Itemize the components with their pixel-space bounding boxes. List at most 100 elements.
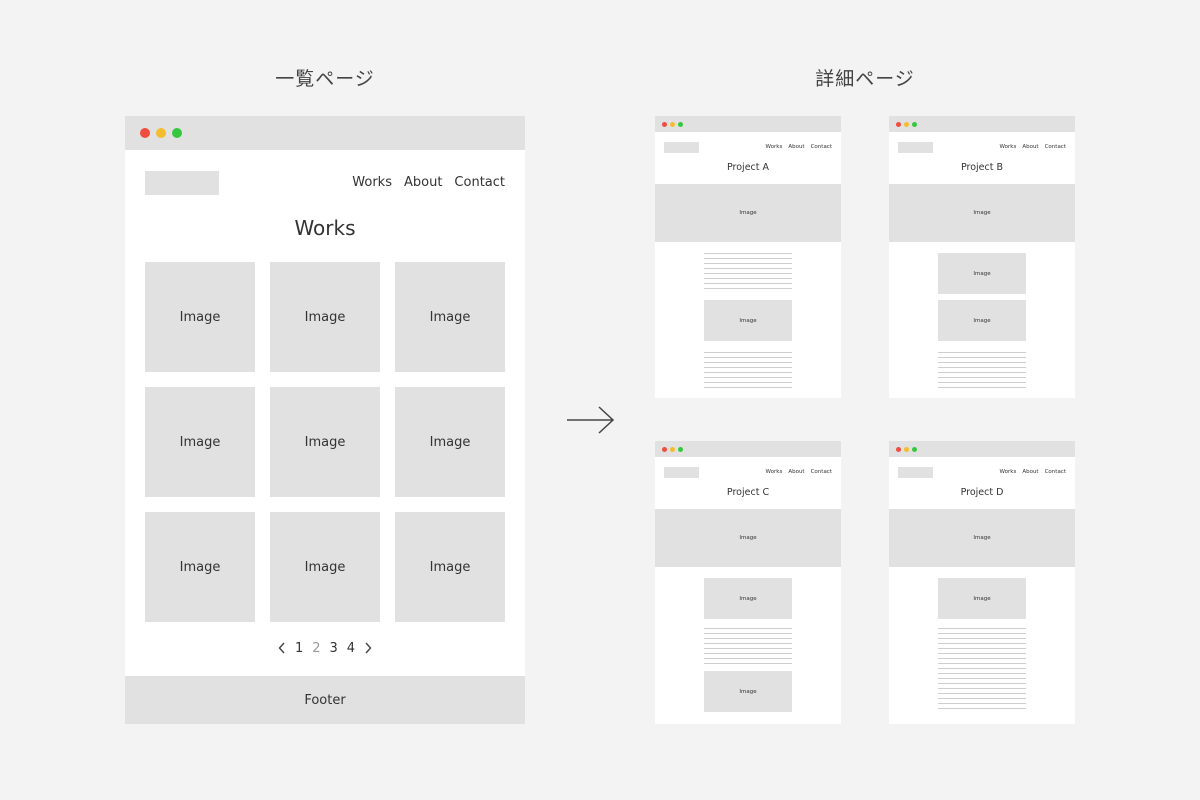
image-label: Image [739,317,757,324]
close-dot-icon [140,128,150,138]
nav-about[interactable]: About [1022,469,1038,475]
project-title: Project D [960,487,1004,498]
nav-works[interactable]: Works [1000,469,1017,475]
image-label: Image [739,535,757,541]
project-title: Project A [726,162,770,173]
chevron-right-icon[interactable] [364,642,372,654]
zoom-dot-icon [912,447,917,452]
main-nav: Works About Contact [1000,469,1066,475]
grid-image[interactable]: Image [270,387,380,497]
detail-page-mockup-a: Works About Contact Project A Image Imag… [655,116,841,398]
minimize-dot-icon [670,447,675,452]
logo-placeholder [664,142,699,153]
project-title: Project C [726,487,770,498]
image-label: Image [739,210,757,216]
grid-image-label: Image [304,559,346,575]
nav-contact[interactable]: Contact [1045,144,1066,150]
grid-image[interactable]: Image [145,262,255,372]
nav-works[interactable]: Works [766,469,783,475]
logo-placeholder [664,467,699,478]
nav-works[interactable]: Works [352,175,392,190]
grid-image[interactable]: Image [270,512,380,622]
content-image: Image [938,578,1026,619]
nav-about[interactable]: About [788,469,804,475]
grid-image-label: Image [179,434,221,450]
image-label: Image [973,270,991,277]
nav-works[interactable]: Works [766,144,783,150]
project-title: Project B [960,162,1004,173]
nav-about[interactable]: About [404,175,442,190]
logo-placeholder [898,142,933,153]
grid-image[interactable]: Image [395,387,505,497]
grid-image[interactable]: Image [145,387,255,497]
list-page-section-title: 一覧ページ [275,68,375,90]
main-nav: Works About Contact [1000,144,1066,150]
image-label: Image [973,210,991,216]
hero-image: Image [889,184,1075,242]
detail-page-mockup-d: Works About Contact Project D Image Imag… [889,441,1075,724]
grid-image-label: Image [304,434,346,450]
minimize-dot-icon [904,122,909,127]
text-lines [938,352,1026,388]
image-label: Image [739,688,757,695]
grid-image[interactable]: Image [395,262,505,372]
grid-image-label: Image [429,434,471,450]
zoom-dot-icon [678,122,683,127]
nav-about[interactable]: About [1022,144,1038,150]
browser-titlebar [655,441,841,457]
nav-contact[interactable]: Contact [811,469,832,475]
browser-titlebar [125,116,525,150]
detail-page-mockup-b: Works About Contact Project B Image Imag… [889,116,1075,398]
logo-placeholder [898,467,933,478]
footer-label: Footer [304,692,346,708]
grid-image-label: Image [429,559,471,575]
hero-image: Image [655,509,841,567]
nav-contact[interactable]: Contact [1045,469,1066,475]
image-label: Image [973,595,991,602]
pagination: 1 2 3 4 [125,639,525,657]
footer: Footer [125,676,525,724]
page-heading: Works [294,216,356,240]
arrow-right-icon [567,406,615,434]
browser-titlebar [889,116,1075,132]
nav-contact[interactable]: Contact [454,175,505,190]
zoom-dot-icon [172,128,182,138]
nav-contact[interactable]: Contact [811,144,832,150]
main-nav: Works About Contact [766,144,832,150]
grid-image-label: Image [179,559,221,575]
image-label: Image [973,317,991,324]
main-nav: Works About Contact [352,175,505,190]
zoom-dot-icon [678,447,683,452]
detail-page-section-title: 詳細ページ [815,68,915,90]
grid-image-label: Image [304,309,346,325]
grid-image-label: Image [429,309,471,325]
page-3[interactable]: 3 [330,641,338,656]
page-4[interactable]: 4 [347,641,355,656]
grid-image[interactable]: Image [270,262,380,372]
list-page-browser-mockup: Works About Contact Works Image Image Im… [125,116,525,724]
page-1[interactable]: 1 [295,641,303,656]
minimize-dot-icon [156,128,166,138]
page-2[interactable]: 2 [312,641,320,656]
detail-page-mockup-c: Works About Contact Project C Image Imag… [655,441,841,724]
grid-image[interactable]: Image [395,512,505,622]
minimize-dot-icon [904,447,909,452]
chevron-left-icon[interactable] [278,642,286,654]
zoom-dot-icon [912,122,917,127]
text-lines [704,253,792,289]
text-lines [938,628,1026,709]
hero-image: Image [889,509,1075,567]
image-label: Image [739,595,757,602]
text-lines [704,628,792,664]
main-nav: Works About Contact [766,469,832,475]
close-dot-icon [662,122,667,127]
close-dot-icon [662,447,667,452]
browser-titlebar [889,441,1075,457]
nav-about[interactable]: About [788,144,804,150]
content-image: Image [938,253,1026,294]
text-lines [704,352,792,388]
nav-works[interactable]: Works [1000,144,1017,150]
content-image: Image [704,671,792,712]
grid-image[interactable]: Image [145,512,255,622]
image-label: Image [973,535,991,541]
